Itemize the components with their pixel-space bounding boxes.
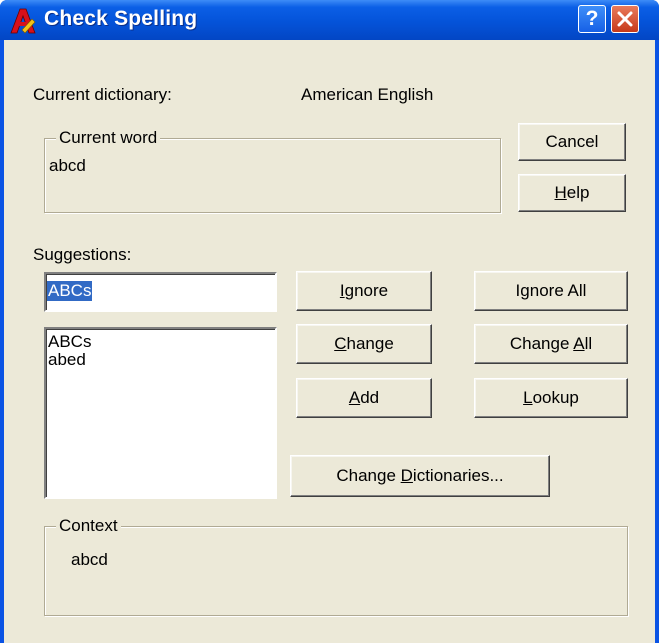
suggestions-label: Suggestions: [33, 245, 132, 264]
current-dictionary-value: American English [301, 85, 434, 104]
suggestion-item-abcs[interactable]: ABCs [48, 332, 91, 352]
ignore-all-button[interactable]: Ignore All [474, 271, 628, 311]
ignore-button[interactable]: Ignore [296, 271, 432, 311]
current-dictionary-label: Current dictionary: [33, 85, 172, 104]
help-mnemonic: H [554, 183, 567, 202]
suggestions-list[interactable]: ABCs abed [44, 327, 277, 499]
check-spelling-dialog: Check Spelling ? Current dictionary: Ame… [0, 0, 659, 643]
help-button[interactable]: Help [518, 174, 626, 212]
suggestion-input[interactable]: ABCs [44, 272, 277, 312]
change-all-button[interactable]: Change All [474, 324, 628, 364]
context-group: Context abcd [44, 516, 628, 616]
help-title-button[interactable]: ? [578, 5, 606, 33]
dialog-body: Current dictionary: American English Cur… [4, 40, 655, 643]
title-bar[interactable]: Check Spelling ? [0, 0, 659, 40]
autocad-app-icon [10, 8, 36, 34]
current-word-label: Current word [56, 128, 161, 148]
add-button[interactable]: Add [296, 378, 432, 418]
suggestion-input-value: ABCs [47, 281, 93, 301]
change-dictionaries-button[interactable]: Change Dictionaries... [290, 455, 550, 497]
suggestion-item-abed[interactable]: abed [48, 350, 86, 370]
window-title: Check Spelling [44, 7, 198, 30]
context-label: Context [56, 516, 121, 536]
lookup-button[interactable]: Lookup [474, 378, 628, 418]
close-icon [617, 11, 633, 27]
current-word-group: Current word abcd [44, 128, 501, 213]
context-value: abcd [71, 550, 108, 569]
cancel-button-label: Cancel [545, 132, 599, 151]
cancel-button[interactable]: Cancel [518, 123, 626, 161]
change-button[interactable]: Change [296, 324, 432, 364]
close-button[interactable] [611, 5, 639, 33]
current-word-value: abcd [49, 156, 86, 175]
help-icon: ? [585, 7, 599, 30]
